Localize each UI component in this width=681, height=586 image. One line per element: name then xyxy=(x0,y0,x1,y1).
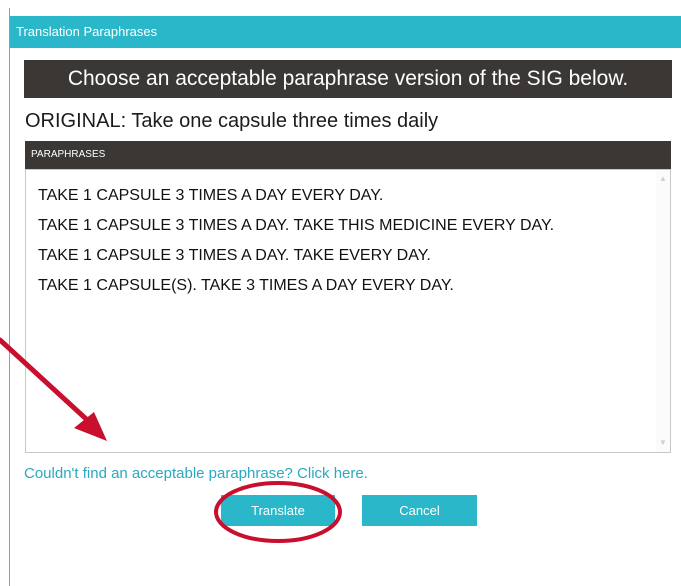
scroll-down-icon[interactable]: ▼ xyxy=(656,436,670,450)
vertical-scrollbar[interactable]: ▲ ▼ xyxy=(656,170,670,452)
translate-button[interactable]: Translate xyxy=(221,495,335,526)
no-acceptable-paraphrase-link[interactable]: Couldn't find an acceptable paraphrase? … xyxy=(24,465,368,482)
original-sig: ORIGINAL: Take one capsule three times d… xyxy=(25,110,439,132)
paraphrases-list-header: PARAPHRASES xyxy=(25,141,671,169)
paraphrase-item[interactable]: TAKE 1 CAPSULE 3 TIMES A DAY. TAKE EVERY… xyxy=(26,241,670,271)
translation-paraphrases-dialog: Translation Paraphrases Choose an accept… xyxy=(9,8,681,586)
instruction-header: Choose an acceptable paraphrase version … xyxy=(24,60,672,98)
cancel-button[interactable]: Cancel xyxy=(362,495,477,526)
paraphrase-item[interactable]: TAKE 1 CAPSULE(S). TAKE 3 TIMES A DAY EV… xyxy=(26,271,670,301)
scroll-up-icon[interactable]: ▲ xyxy=(656,172,670,186)
paraphrases-list[interactable]: TAKE 1 CAPSULE 3 TIMES A DAY EVERY DAY. … xyxy=(25,169,671,453)
window-title: Translation Paraphrases xyxy=(10,16,681,48)
paraphrase-item[interactable]: TAKE 1 CAPSULE 3 TIMES A DAY. TAKE THIS … xyxy=(26,211,670,241)
paraphrase-item[interactable]: TAKE 1 CAPSULE 3 TIMES A DAY EVERY DAY. xyxy=(26,181,670,211)
